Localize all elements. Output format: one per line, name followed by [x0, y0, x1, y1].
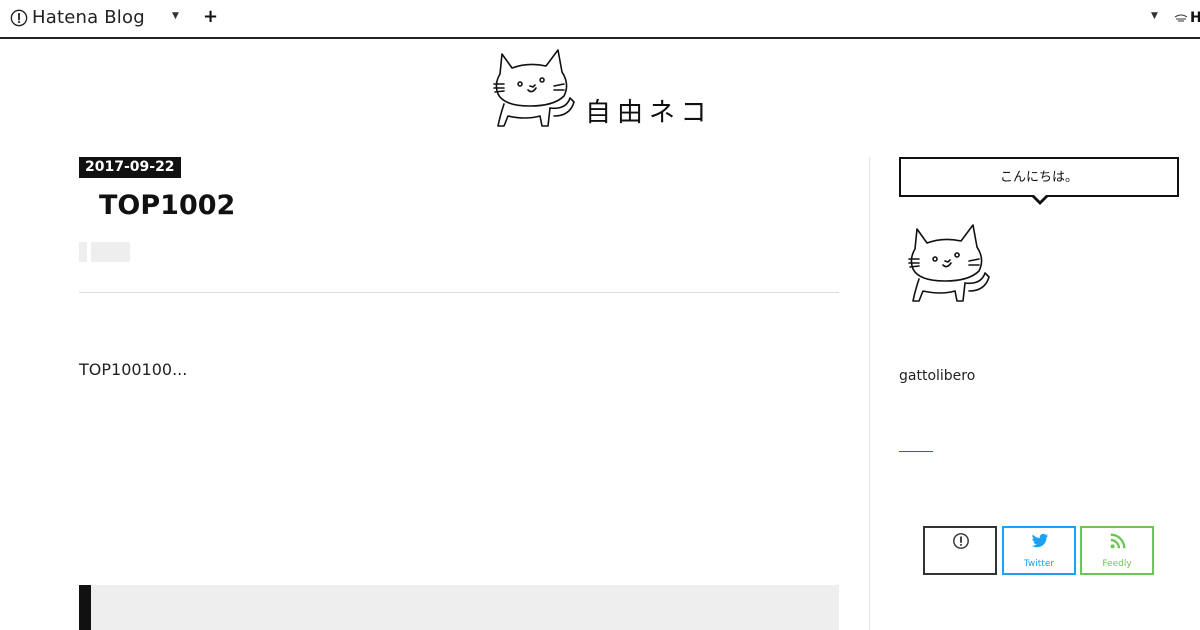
cat-logo-icon: [493, 49, 575, 127]
feedly-label: Feedly: [1102, 559, 1132, 569]
entry-date[interactable]: 2017-09-22: [79, 157, 181, 178]
profile-name[interactable]: gattolibero: [899, 368, 975, 384]
user-avatar-icon: [1174, 14, 1188, 22]
user-menu[interactable]: H: [1174, 10, 1200, 26]
bubble-tail-inner: [1033, 194, 1047, 201]
global-header: Hatena Blog ▼ + ▼ H: [0, 0, 1200, 39]
profile-cat-icon: [908, 224, 990, 302]
twitter-label: Twitter: [1023, 559, 1055, 569]
brand-name: Hatena Blog: [32, 7, 145, 28]
add-entry-button[interactable]: +: [203, 7, 218, 27]
hatena-blog-logo[interactable]: Hatena Blog: [10, 7, 145, 28]
hatena-bookmark-icon: [953, 533, 969, 549]
category-tag[interactable]: [91, 242, 130, 262]
entry-body: TOP100100...: [79, 360, 188, 379]
site-header[interactable]: 自由ネコ: [490, 46, 710, 132]
feedly-icon: [1110, 533, 1126, 549]
subscribe-twitter-button[interactable]: Twitter: [1002, 526, 1076, 575]
site-title: 自由ネコ: [585, 98, 713, 128]
category-placeholder: [79, 242, 87, 262]
greeting-bubble: こんにちは。: [899, 157, 1179, 197]
entry-divider: [79, 292, 839, 293]
subscribe-feedly-button[interactable]: Feedly: [1080, 526, 1154, 575]
entry-blockquote: [79, 585, 839, 630]
hatena-logo-icon: [10, 9, 28, 26]
subscribe-hatena-button[interactable]: [923, 526, 997, 575]
entry-title[interactable]: TOP1002: [99, 190, 235, 221]
user-initial: H: [1190, 10, 1200, 26]
user-menu-chevron-icon[interactable]: ▼: [1151, 11, 1158, 21]
twitter-icon: [1031, 533, 1049, 548]
profile-link[interactable]: [899, 451, 933, 452]
sidebar-divider: [869, 157, 870, 630]
chevron-down-icon[interactable]: ▼: [172, 11, 179, 21]
blockquote-bar: [79, 585, 91, 630]
